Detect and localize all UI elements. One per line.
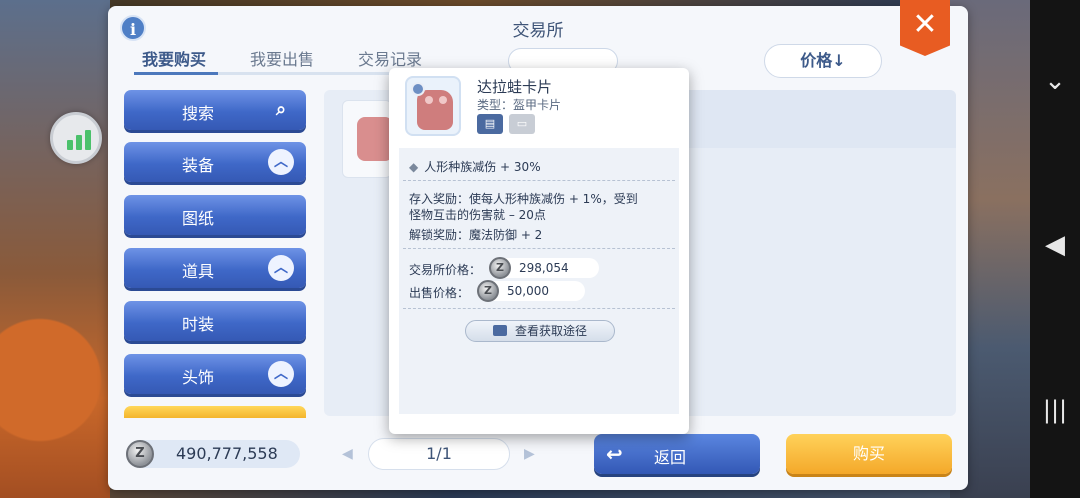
performance-float-button[interactable] bbox=[50, 112, 102, 164]
zeny-coin-icon: Z bbox=[489, 257, 511, 279]
divider bbox=[403, 308, 675, 309]
buy-button[interactable]: 购买 bbox=[786, 434, 952, 474]
frog-card-icon bbox=[405, 76, 461, 136]
view-source-button[interactable]: 查看获取途径 bbox=[465, 320, 615, 342]
back-label: 返回 bbox=[654, 448, 687, 467]
category-headwear-button[interactable]: 头饰 ︿ bbox=[124, 354, 306, 394]
close-icon: ✕ bbox=[912, 7, 938, 42]
category-equipment-button[interactable]: 装备 ︿ bbox=[124, 142, 306, 182]
game-background-left bbox=[0, 0, 110, 498]
wallet-balance: Z 490,777,558 bbox=[126, 440, 300, 468]
list-item[interactable] bbox=[342, 100, 392, 178]
category-items-button[interactable]: 道具 ︿ bbox=[124, 248, 306, 288]
item-type: 类型：盔甲卡片 bbox=[477, 98, 562, 112]
category-more-button[interactable] bbox=[124, 406, 306, 418]
category-label: 头饰 bbox=[181, 368, 214, 387]
return-arrow-icon: ↩ bbox=[606, 442, 623, 466]
tab-sell[interactable]: 我要出售 bbox=[250, 46, 314, 70]
back-button[interactable]: ↩ 返回 bbox=[594, 434, 760, 474]
list-header-strip bbox=[674, 90, 956, 148]
close-button[interactable]: ✕ bbox=[900, 0, 950, 56]
next-page-icon[interactable]: ▶ bbox=[524, 446, 535, 462]
divider bbox=[403, 248, 675, 249]
category-label: 图纸 bbox=[181, 209, 214, 228]
card-badge-icon bbox=[411, 82, 425, 96]
zeny-coin-icon: Z bbox=[477, 280, 499, 302]
chevron-down-icon[interactable]: ⌄ bbox=[1030, 66, 1080, 96]
game-screen: ⌄ ◀ ||| i 交易所 ✕ 我要购买 我要出售 交易记录 价格↓ 搜索 ⌕ … bbox=[0, 0, 1080, 498]
item-name: 达拉蛙卡片 bbox=[477, 78, 553, 96]
chevron-up-icon: ︿ bbox=[268, 149, 294, 175]
deposit-reward-line2: 怪物互击的伤害就 – 20点 bbox=[409, 208, 546, 222]
sell-price-label: 出售价格： bbox=[409, 286, 470, 300]
category-search-button[interactable]: 搜索 ⌕ bbox=[124, 90, 306, 130]
exchange-price: Z 298,054 bbox=[489, 257, 599, 279]
preview-icon[interactable]: ▭ bbox=[509, 114, 535, 134]
search-icon: ⌕ bbox=[275, 99, 287, 120]
deposit-reward-line1: 存入奖励：使每人形种族减伤 + 1%，受到 bbox=[409, 192, 638, 206]
zeny-coin-icon: Z bbox=[126, 440, 154, 468]
inspect-icon[interactable]: ▤ bbox=[477, 114, 503, 134]
window-title: 交易所 bbox=[512, 21, 564, 41]
category-label: 装备 bbox=[181, 156, 214, 175]
system-nav-strip: ⌄ ◀ ||| bbox=[1030, 0, 1080, 498]
page-indicator: 1/1 bbox=[368, 438, 510, 470]
exchange-price-label: 交易所价格： bbox=[409, 263, 482, 277]
category-fashion-button[interactable]: 时装 bbox=[124, 301, 306, 341]
chevron-up-icon: ︿ bbox=[268, 361, 294, 387]
frog-card-icon bbox=[357, 117, 391, 161]
prev-page-icon[interactable]: ◀ bbox=[342, 446, 353, 462]
category-label: 搜索 bbox=[181, 104, 214, 123]
unlock-reward: 解锁奖励：魔法防御 + 2 bbox=[409, 228, 543, 242]
view-source-label: 查看获取途径 bbox=[514, 324, 587, 338]
divider bbox=[403, 180, 675, 181]
balance-value: 490,777,558 bbox=[176, 444, 278, 463]
sort-price-button[interactable]: 价格↓ bbox=[764, 44, 882, 78]
category-label: 道具 bbox=[181, 262, 214, 281]
book-icon bbox=[492, 325, 507, 336]
tab-records[interactable]: 交易记录 bbox=[358, 46, 422, 70]
tab-buy[interactable]: 我要购买 bbox=[142, 46, 206, 70]
item-effect: ◆ 人形种族减伤 + 30% bbox=[409, 160, 541, 174]
sell-price: Z 50,000 bbox=[477, 280, 585, 302]
back-arrow-icon[interactable]: ◀ bbox=[1030, 230, 1080, 260]
chevron-up-icon: ︿ bbox=[268, 255, 294, 281]
signal-bars-icon bbox=[67, 130, 91, 150]
recents-icon[interactable]: ||| bbox=[1030, 396, 1080, 424]
item-tooltip: 达拉蛙卡片 类型：盔甲卡片 ▤ ▭ ◆ 人形种族减伤 + 30% 存入奖励：使每人… bbox=[389, 68, 689, 434]
category-blueprint-button[interactable]: 图纸 bbox=[124, 195, 306, 235]
category-label: 时装 bbox=[181, 315, 214, 334]
